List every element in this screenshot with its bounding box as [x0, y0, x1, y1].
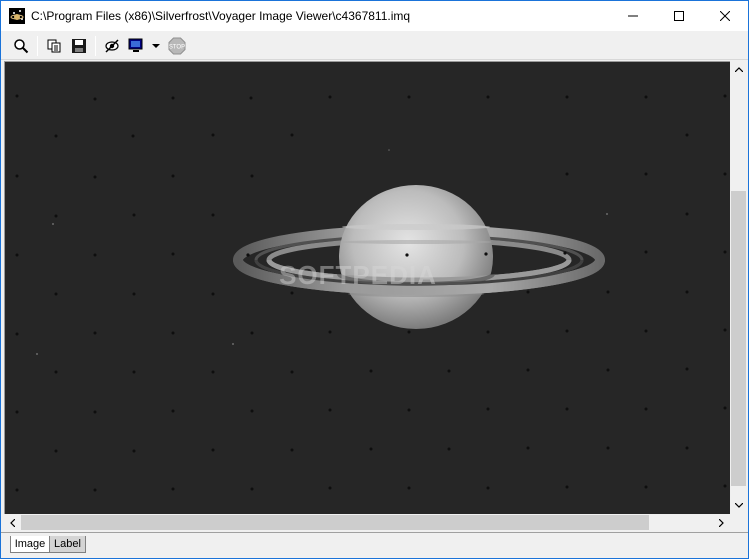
save-button[interactable] [68, 35, 90, 57]
chevron-right-icon [719, 518, 724, 527]
magnifier-icon [14, 39, 29, 54]
softpedia-watermark: SOFTPEDIA [279, 260, 437, 290]
tab-label[interactable]: Label [50, 536, 86, 553]
chevron-down-icon [734, 503, 743, 508]
floppy-disk-icon [72, 39, 86, 53]
horizontal-scroll-thumb[interactable] [21, 515, 649, 530]
eye-slash-icon [105, 39, 119, 53]
title-bar[interactable]: C:\Program Files (x86)\Silverfrost\Voyag… [1, 1, 748, 31]
stop-button[interactable]: STOP [166, 35, 188, 57]
chevron-up-icon [734, 67, 743, 72]
close-button[interactable] [702, 1, 748, 31]
monitor-icon [128, 38, 143, 52]
toolbar-separator [95, 36, 96, 56]
minimize-button[interactable] [610, 1, 656, 31]
maximize-icon [674, 11, 684, 21]
tab-label-label: Label [54, 538, 81, 550]
copy-icon [47, 39, 61, 53]
display-button[interactable] [125, 35, 147, 57]
image-viewport[interactable]: SOFTPEDIA [4, 61, 730, 514]
toolbar: STOP [1, 32, 748, 60]
horizontal-scrollbar[interactable] [4, 514, 730, 531]
chevron-down-icon [152, 44, 160, 48]
stop-label: STOP [169, 45, 185, 51]
scroll-left-button[interactable] [4, 514, 21, 531]
view-tab-bar: Image Label [1, 532, 748, 558]
zoom-button[interactable] [10, 35, 32, 57]
scroll-up-button[interactable] [730, 61, 747, 78]
saturn-image: SOFTPEDIA [5, 62, 730, 514]
stop-icon: STOP [168, 37, 186, 55]
tab-image-label: Image [14, 538, 46, 550]
scroll-down-button[interactable] [730, 497, 747, 514]
scrollbar-corner [730, 514, 747, 531]
maximize-button[interactable] [656, 1, 702, 31]
tab-image[interactable]: Image [10, 536, 50, 553]
vertical-scroll-thumb[interactable] [731, 191, 746, 486]
copy-button[interactable] [43, 35, 65, 57]
saturn-planet [339, 185, 493, 329]
minimize-icon [628, 15, 638, 17]
display-dropdown-button[interactable] [149, 35, 163, 57]
mask-button[interactable] [101, 35, 123, 57]
scroll-right-button[interactable] [713, 514, 730, 531]
window-title: C:\Program Files (x86)\Silverfrost\Voyag… [31, 9, 411, 23]
toolbar-separator [37, 36, 38, 56]
chevron-left-icon [10, 518, 15, 527]
app-window: C:\Program Files (x86)\Silverfrost\Voyag… [0, 0, 749, 559]
close-icon [720, 11, 730, 21]
vertical-scrollbar[interactable] [730, 61, 747, 514]
voyager-app-icon [9, 8, 25, 24]
